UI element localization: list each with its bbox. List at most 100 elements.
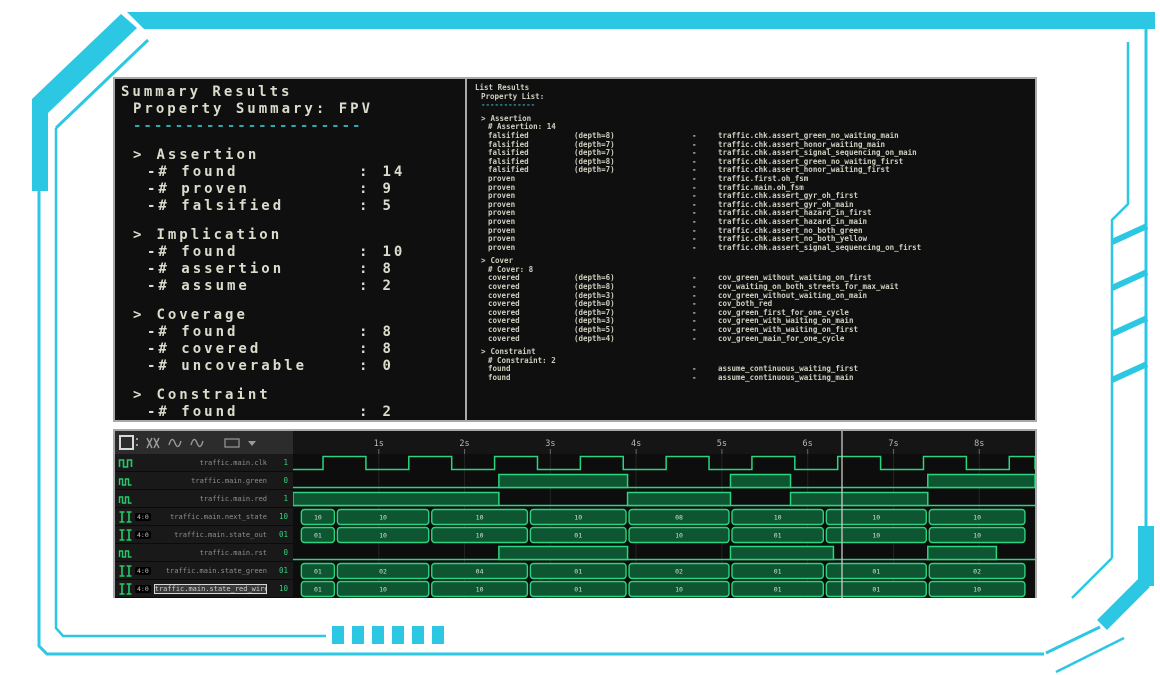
property-row[interactable]: proven-traffic.chk.assert_gyr_oh_first: [475, 192, 1027, 201]
property-row[interactable]: covered(depth=4)-cov_green_main_for_one_…: [475, 335, 1027, 344]
svg-text:02: 02: [675, 568, 683, 576]
svg-text:08: 08: [675, 514, 683, 522]
signal-value: 0: [270, 476, 288, 485]
property-row[interactable]: covered(depth=5)-cov_green_with_waiting_…: [475, 326, 1027, 335]
dropdown-caret-icon[interactable]: [247, 439, 257, 447]
select-mode-button[interactable]: [119, 435, 139, 450]
property-row[interactable]: found-assume_continuous_waiting_first: [475, 365, 1027, 374]
signal-wave[interactable]: 0102040102010102: [293, 562, 1035, 580]
property-row[interactable]: covered(depth=0)-cov_both_red: [475, 300, 1027, 309]
property-row[interactable]: proven-traffic.chk.assert_signal_sequenc…: [475, 244, 1027, 253]
wave-view-icon[interactable]: [168, 437, 183, 449]
summary-row: -# assertion:8: [121, 261, 459, 278]
signal-wave[interactable]: [293, 490, 1035, 508]
section-bullet: >: [133, 307, 144, 324]
summary-subtitle: Property Summary: FPV: [121, 101, 459, 118]
svg-text:10: 10: [314, 514, 322, 522]
property-row[interactable]: proven-traffic.chk.assert_hazard_in_firs…: [475, 209, 1027, 218]
signal-name[interactable]: traffic.main.red: [142, 495, 267, 503]
property-row[interactable]: proven-traffic.chk.assert_no_both_yellow: [475, 235, 1027, 244]
svg-text:01: 01: [314, 568, 322, 576]
summary-row: -# found:8: [121, 324, 459, 341]
svg-text:10: 10: [973, 532, 981, 540]
signal-wave[interactable]: [293, 544, 1035, 562]
list-section-assertion: >Assertion # Assertion: 14 falsified(dep…: [475, 115, 1027, 253]
property-row[interactable]: proven-traffic.chk.assert_no_both_green: [475, 227, 1027, 236]
list-subtitle: Property List:: [475, 93, 1027, 102]
property-row[interactable]: proven-traffic.first.oh_fsm: [475, 175, 1027, 184]
property-row[interactable]: falsified(depth=7)-traffic.chk.assert_si…: [475, 149, 1027, 158]
signal-name[interactable]: traffic.main.clk: [142, 459, 267, 467]
property-row[interactable]: covered(depth=3)-cov_green_without_waiti…: [475, 292, 1027, 301]
list-section-cover: >Cover # Cover: 8 covered(depth=6)-cov_g…: [475, 257, 1027, 343]
property-row[interactable]: covered(depth=7)-cov_green_first_for_one…: [475, 309, 1027, 318]
property-row[interactable]: falsified(depth=8)-traffic.chk.assert_gr…: [475, 132, 1027, 141]
signal-row[interactable]: traffic.main.green0: [115, 472, 1035, 490]
signal-wave[interactable]: 0110100110010110: [293, 580, 1035, 598]
list-separator: ------------: [475, 101, 1027, 110]
svg-text:1s: 1s: [374, 439, 384, 449]
signal-name[interactable]: traffic.main.state_green: [154, 567, 267, 575]
signal-row[interactable]: 4:0traffic.main.state_out01 011010011001…: [115, 526, 1035, 544]
signal-name[interactable]: traffic.main.rst: [142, 549, 267, 557]
signal-wave[interactable]: [293, 472, 1035, 490]
signal-row[interactable]: traffic.main.clk1: [115, 454, 1035, 472]
signal-row[interactable]: 4:0traffic.main.next_state10 10101010081…: [115, 508, 1035, 526]
property-row[interactable]: proven-traffic.chk.assert_hazard_in_main: [475, 218, 1027, 227]
svg-text:10: 10: [774, 514, 782, 522]
signal-wave[interactable]: [293, 454, 1035, 472]
signal-wave[interactable]: 1010101008101010: [293, 508, 1035, 526]
svg-text:02: 02: [379, 568, 387, 576]
svg-text:01: 01: [774, 532, 782, 540]
summary-row: -# proven:9: [121, 181, 459, 198]
property-row[interactable]: falsified(depth=7)-traffic.chk.assert_ho…: [475, 141, 1027, 150]
bus-icon: [118, 565, 133, 577]
svg-text:3s: 3s: [545, 439, 555, 449]
svg-text:4s: 4s: [631, 439, 641, 449]
section-bullet: >: [481, 348, 486, 357]
signal-name[interactable]: traffic.main.next_state: [154, 513, 267, 521]
timeline-ruler: 1s2s3s4s5s6s7s8s: [293, 431, 1035, 454]
bus-view-icon[interactable]: [146, 437, 161, 449]
svg-text:10: 10: [379, 586, 387, 594]
section-name: Implication: [156, 227, 282, 244]
wave-icon: [118, 475, 133, 487]
property-row[interactable]: covered(depth=8)-cov_waiting_on_both_str…: [475, 283, 1027, 292]
svg-text:01: 01: [872, 586, 880, 594]
property-row[interactable]: proven-traffic.chk.assert_gyr_oh_main: [475, 201, 1027, 210]
svg-text:01: 01: [872, 568, 880, 576]
property-row[interactable]: covered(depth=3)-cov_green_with_waiting_…: [475, 317, 1027, 326]
section-name: Coverage: [156, 307, 247, 324]
display-mode-select[interactable]: [224, 438, 240, 448]
list-section-constraint: >Constraint # Constraint: 2 found-assume…: [475, 348, 1027, 382]
property-row[interactable]: covered(depth=6)-cov_green_without_waiti…: [475, 274, 1027, 283]
signal-wave[interactable]: 0110100110011010: [293, 526, 1035, 544]
summary-section-assertion: >Assertion -# found:14 -# proven:9 -# fa…: [121, 147, 459, 215]
signal-row[interactable]: 4:0traffic.main.state_green01 0102040102…: [115, 562, 1035, 580]
property-row[interactable]: falsified(depth=7)-traffic.chk.assert_ho…: [475, 166, 1027, 175]
summary-row: -# uncoverable:0: [121, 358, 459, 375]
property-row[interactable]: falsified(depth=8)-traffic.chk.assert_gr…: [475, 158, 1027, 167]
signal-row[interactable]: traffic.main.rst0: [115, 544, 1035, 562]
signal-value: 1: [270, 458, 288, 467]
waveform-toolbar: [115, 431, 293, 454]
svg-text:8s: 8s: [974, 439, 984, 449]
signal-name[interactable]: traffic.main.state_out: [154, 531, 267, 539]
wave-view-icon-2[interactable]: [190, 437, 205, 449]
property-row[interactable]: proven-traffic.main.oh_fsm: [475, 184, 1027, 193]
signal-row[interactable]: traffic.main.red1: [115, 490, 1035, 508]
signal-name-selected[interactable]: traffic.main.state_red_wired: [154, 584, 267, 594]
bus-icon: [118, 529, 133, 541]
section-bullet: >: [133, 227, 144, 244]
summary-results-panel: Summary Results Property Summary: FPV --…: [113, 77, 467, 422]
svg-text:6s: 6s: [803, 439, 813, 449]
signal-name[interactable]: traffic.main.green: [142, 477, 267, 485]
section-name: Constraint: [156, 387, 270, 404]
summary-row: -# found:14: [121, 164, 459, 181]
svg-text:7s: 7s: [888, 439, 898, 449]
bus-icon: [118, 511, 133, 523]
svg-text:02: 02: [973, 568, 981, 576]
svg-text:10: 10: [574, 514, 582, 522]
signal-row[interactable]: 4:0traffic.main.state_red_wired10 011010…: [115, 580, 1035, 598]
property-row[interactable]: found-assume_continuous_waiting_main: [475, 374, 1027, 383]
